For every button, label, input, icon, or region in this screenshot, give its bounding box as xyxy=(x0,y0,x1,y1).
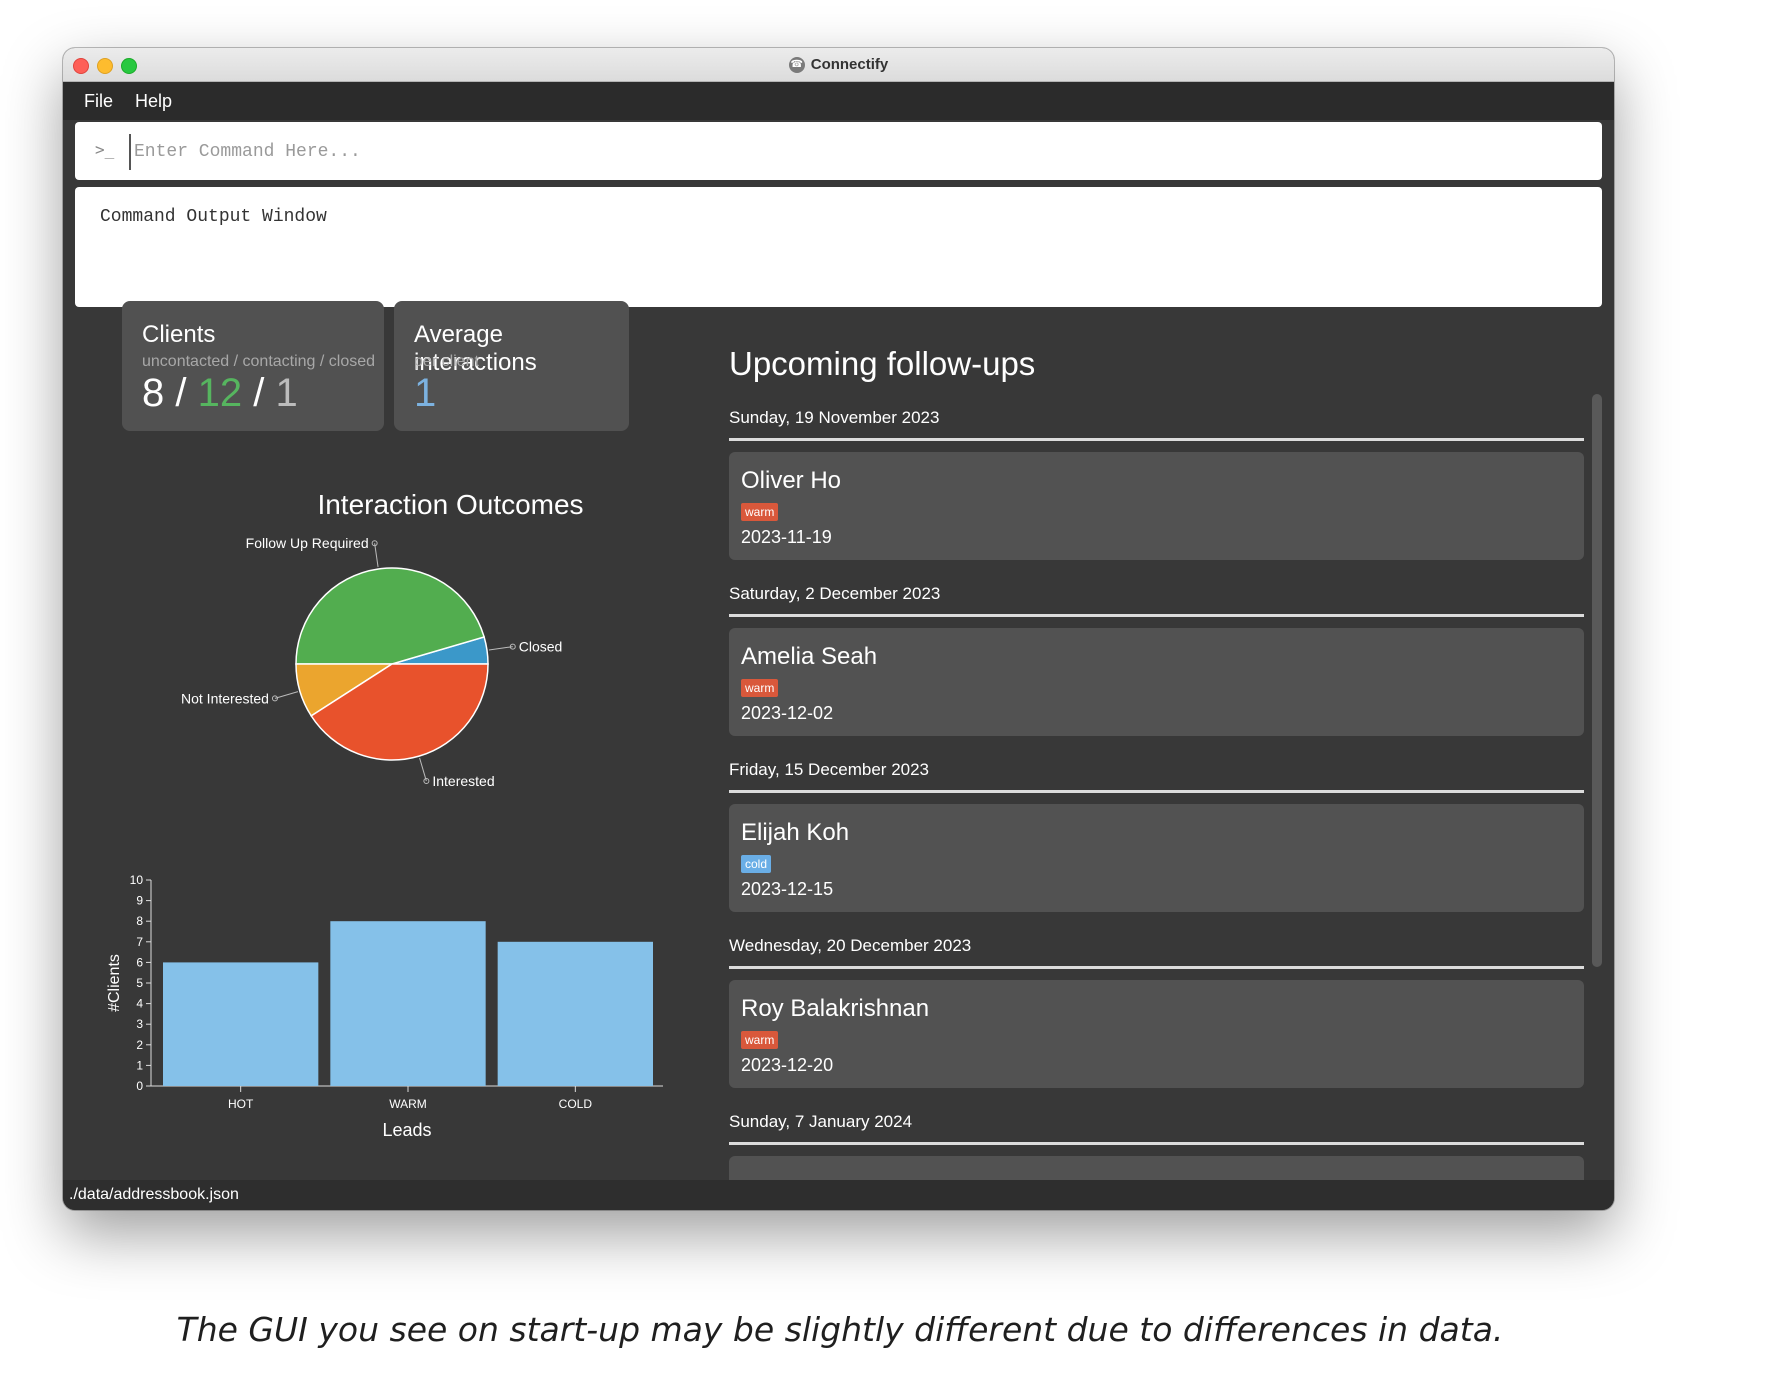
app-window: ☎ Connectify File Help >_ Command Output… xyxy=(63,48,1614,1210)
app-logo-icon: ☎ xyxy=(788,56,805,73)
pie-label: Not Interested xyxy=(181,690,269,706)
follow-up-card[interactable]: Roy Balakrishnan warm 2023-12-20 xyxy=(729,980,1584,1088)
follow-up-date: 2023-12-20 xyxy=(741,1055,834,1075)
y-tick-label: 6 xyxy=(136,955,143,969)
follow-up-card[interactable]: Elijah Koh cold 2023-12-15 xyxy=(729,804,1584,912)
bar-hot xyxy=(163,962,319,1086)
x-tick-label: WARM xyxy=(389,1097,427,1111)
client-name: Oliver Ho xyxy=(741,467,842,494)
x-axis-title: Leads xyxy=(382,1120,431,1140)
pie-leader-line xyxy=(274,691,299,699)
lead-tag: cold xyxy=(741,855,772,873)
x-tick-label: COLD xyxy=(559,1097,593,1111)
y-tick-label: 9 xyxy=(136,894,143,908)
y-tick-label: 1 xyxy=(136,1058,143,1072)
y-axis-title: #Clients xyxy=(106,954,123,1012)
data-file-path: ./data/addressbook.json xyxy=(69,1186,239,1203)
follow-up-scrollbar[interactable] xyxy=(1592,394,1602,967)
follow-up-list: Sunday, 19 November 2023 Oliver Ho warm … xyxy=(729,408,1584,1210)
bar-warm xyxy=(330,921,486,1086)
x-tick-label: HOT xyxy=(228,1097,254,1111)
charts-canvas: Closed Follow Up Required Not Interested In… xyxy=(106,535,663,1140)
pie-label: Closed xyxy=(519,639,563,655)
y-tick-label: 0 xyxy=(136,1079,143,1093)
pie-leader-line xyxy=(374,543,379,568)
follow-up-card[interactable]: Oliver Ho warm 2023-11-19 xyxy=(729,452,1584,560)
follow-up-date: 2023-12-02 xyxy=(741,703,834,723)
pie-label: Interested xyxy=(432,773,494,789)
pie-leader-line xyxy=(488,646,513,651)
client-name: Amelia Seah xyxy=(741,643,878,670)
bar-cold xyxy=(497,941,653,1086)
date-header: Wednesday, 20 December 2023 xyxy=(729,936,1584,969)
lead-tag: warm xyxy=(741,679,779,697)
pie-leader-line xyxy=(419,757,427,782)
follow-up-card[interactable]: Amelia Seah warm 2023-12-02 xyxy=(729,628,1584,736)
y-tick-label: 4 xyxy=(136,997,143,1011)
upcoming-title: Upcoming follow-ups xyxy=(729,345,1036,382)
y-tick-label: 2 xyxy=(136,1038,143,1052)
status-bar: ./data/addressbook.json xyxy=(63,1180,1614,1210)
follow-up-date: 2023-11-19 xyxy=(741,527,832,547)
date-header: Sunday, 19 November 2023 xyxy=(729,408,1584,441)
date-header: Friday, 15 December 2023 xyxy=(729,760,1584,793)
lead-tag: warm xyxy=(741,503,779,521)
y-tick-label: 8 xyxy=(136,914,143,928)
y-tick-label: 5 xyxy=(136,976,143,990)
y-tick-label: 7 xyxy=(136,935,143,949)
follow-up-date: 2023-12-15 xyxy=(741,879,834,899)
y-tick-label: 3 xyxy=(136,1017,143,1031)
lead-tag: warm xyxy=(741,1031,779,1049)
y-tick-label: 10 xyxy=(130,873,144,887)
window-title: Connectify xyxy=(810,56,889,73)
client-name: Roy Balakrishnan xyxy=(741,995,930,1022)
date-header: Sunday, 7 January 2024 xyxy=(729,1112,1584,1145)
client-name: Elijah Koh xyxy=(741,819,850,846)
date-header: Saturday, 2 December 2023 xyxy=(729,584,1584,617)
caption-text: The GUI you see on start-up may be sligh… xyxy=(176,1310,1504,1349)
pie-label: Follow Up Required xyxy=(246,535,369,551)
